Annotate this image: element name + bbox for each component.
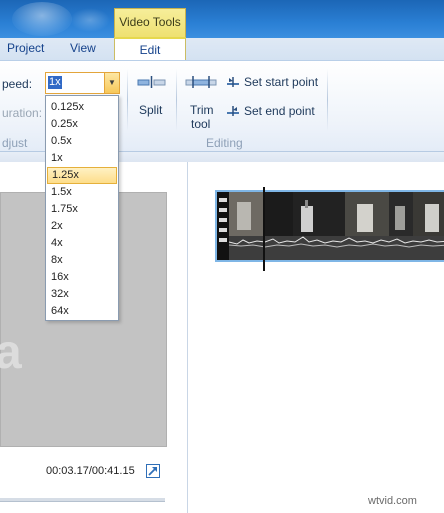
trim-tool-button-label[interactable]: tool xyxy=(191,117,210,131)
editing-group-label: Editing xyxy=(206,136,243,150)
seek-bar[interactable] xyxy=(0,498,165,502)
speed-option[interactable]: 64x xyxy=(47,303,117,320)
tab-edit[interactable]: Edit xyxy=(114,37,186,60)
duration-label: uration: xyxy=(2,106,43,120)
speed-option[interactable]: 1.5x xyxy=(47,184,117,201)
video-tools-context-header: Video Tools xyxy=(114,8,186,38)
video-clip-thumbnail[interactable] xyxy=(215,190,444,262)
title-bar: Video Tools xyxy=(0,0,444,38)
ribbon-tabs: Project View Edit xyxy=(0,37,444,60)
group-divider xyxy=(327,69,328,131)
speed-value: 1x xyxy=(48,76,62,89)
set-end-point-icon[interactable] xyxy=(226,104,240,118)
speed-select[interactable]: 1x ▼ xyxy=(45,72,120,94)
split-icon[interactable] xyxy=(137,75,167,89)
playhead[interactable] xyxy=(263,187,265,271)
speed-dropdown-list: 0.125x 0.25x 0.5x 1x 1.25x 1.5x 1.75x 2x 4x 8x 16x… xyxy=(45,95,119,321)
speed-option[interactable]: 8x xyxy=(47,252,117,269)
speed-option[interactable]: 1x xyxy=(47,150,117,167)
speed-option[interactable]: 0.5x xyxy=(47,133,117,150)
speed-option[interactable]: 32x xyxy=(47,286,117,303)
expand-preview-icon[interactable] xyxy=(146,464,160,478)
set-start-point-button[interactable]: Set start point xyxy=(244,75,318,89)
group-divider xyxy=(127,69,128,131)
time-display: 00:03.17/00:41.15 xyxy=(46,465,135,477)
speed-option[interactable]: 0.125x xyxy=(47,99,117,116)
app-menu-orb-icon[interactable] xyxy=(12,2,72,36)
watermark-text: wtvid.com xyxy=(368,495,417,507)
set-start-point-icon[interactable] xyxy=(226,75,240,89)
quick-access-icon xyxy=(70,8,110,32)
tab-view[interactable]: View xyxy=(70,38,96,60)
group-divider xyxy=(176,69,177,131)
speed-option[interactable]: 4x xyxy=(47,235,117,252)
speed-option[interactable]: 0.25x xyxy=(47,116,117,133)
speed-option[interactable]: 1.25x xyxy=(47,167,117,184)
speed-label: peed: xyxy=(2,77,33,91)
storyboard xyxy=(188,162,444,513)
adjust-group-label: djust xyxy=(2,136,28,150)
speed-option[interactable]: 1.75x xyxy=(47,201,117,218)
set-end-point-button[interactable]: Set end point xyxy=(244,104,315,118)
trim-tool-icon[interactable] xyxy=(185,75,217,89)
preview-text: a xyxy=(0,326,22,379)
speed-option[interactable]: 2x xyxy=(47,218,117,235)
split-button[interactable]: Split xyxy=(139,103,162,117)
chevron-down-icon[interactable]: ▼ xyxy=(104,73,119,93)
trim-tool-button[interactable]: Trim xyxy=(190,103,214,117)
speed-option[interactable]: 16x xyxy=(47,269,117,286)
tab-project[interactable]: Project xyxy=(7,38,44,60)
